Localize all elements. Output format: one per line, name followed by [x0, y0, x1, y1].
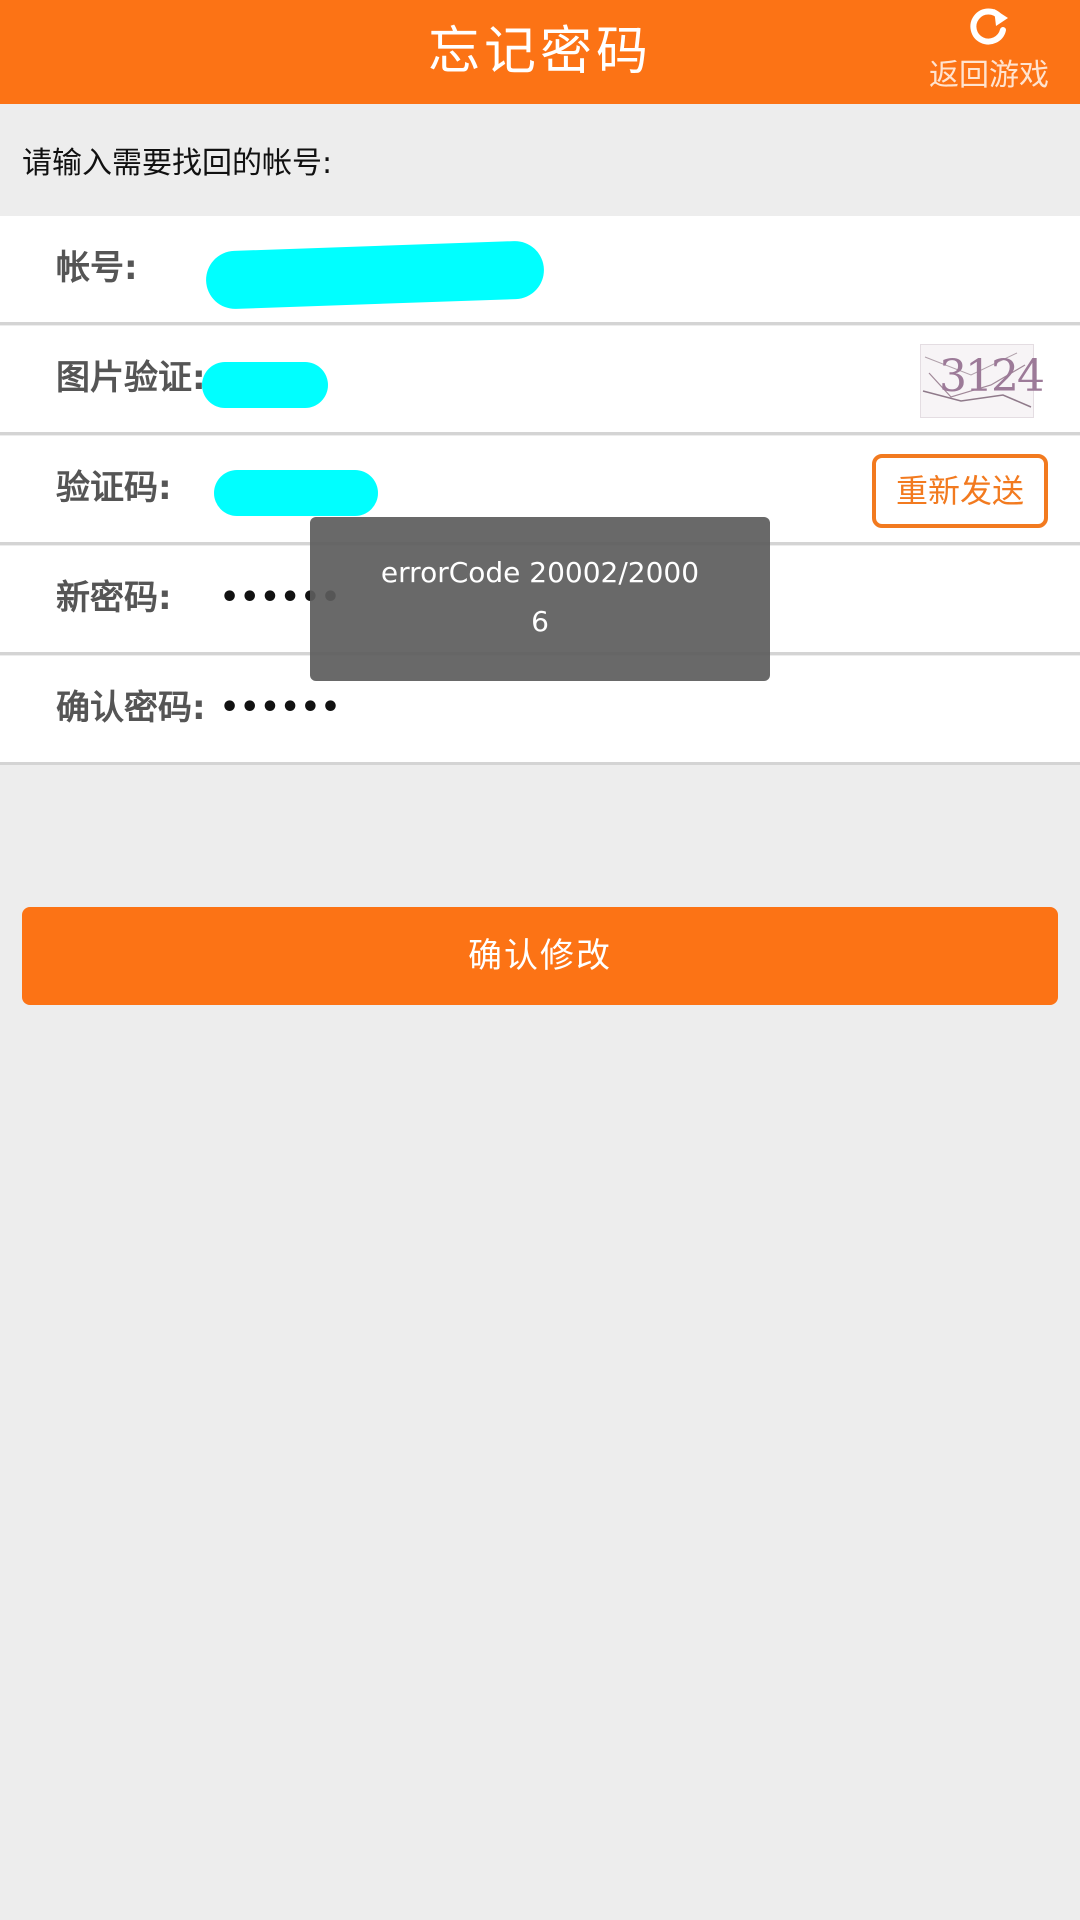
confirm-password-field[interactable]: ••••••	[220, 684, 341, 732]
confirm-change-button[interactable]: 确认修改	[22, 907, 1058, 1005]
confirm-password-label: 确认密码:	[56, 688, 206, 728]
back-to-game-label: 返回游戏	[929, 58, 1049, 93]
header-bar: 忘记密码 返回游戏	[0, 0, 1080, 104]
error-toast: errorCode 20002/20006	[310, 517, 770, 681]
redaction-mark	[202, 362, 328, 408]
resend-button[interactable]: 重新发送	[872, 454, 1048, 528]
account-row: 帐号:	[0, 216, 1080, 325]
redaction-mark	[214, 470, 378, 516]
verify-code-label: 验证码:	[56, 468, 172, 508]
captcha-text: 3124	[939, 351, 1045, 402]
image-captcha-row: 图片验证: 3124	[0, 326, 1080, 435]
refresh-icon	[970, 8, 1008, 45]
captcha-image[interactable]: 3124	[920, 344, 1045, 418]
redaction-mark	[205, 240, 545, 310]
new-password-label: 新密码:	[56, 578, 172, 618]
page-title: 忘记密码	[427, 22, 652, 82]
image-captcha-label: 图片验证:	[56, 358, 206, 398]
account-prompt: 请输入需要找回的帐号:	[22, 146, 333, 181]
back-to-game-button[interactable]: 返回游戏	[924, 6, 1054, 102]
account-label: 帐号:	[56, 248, 138, 288]
